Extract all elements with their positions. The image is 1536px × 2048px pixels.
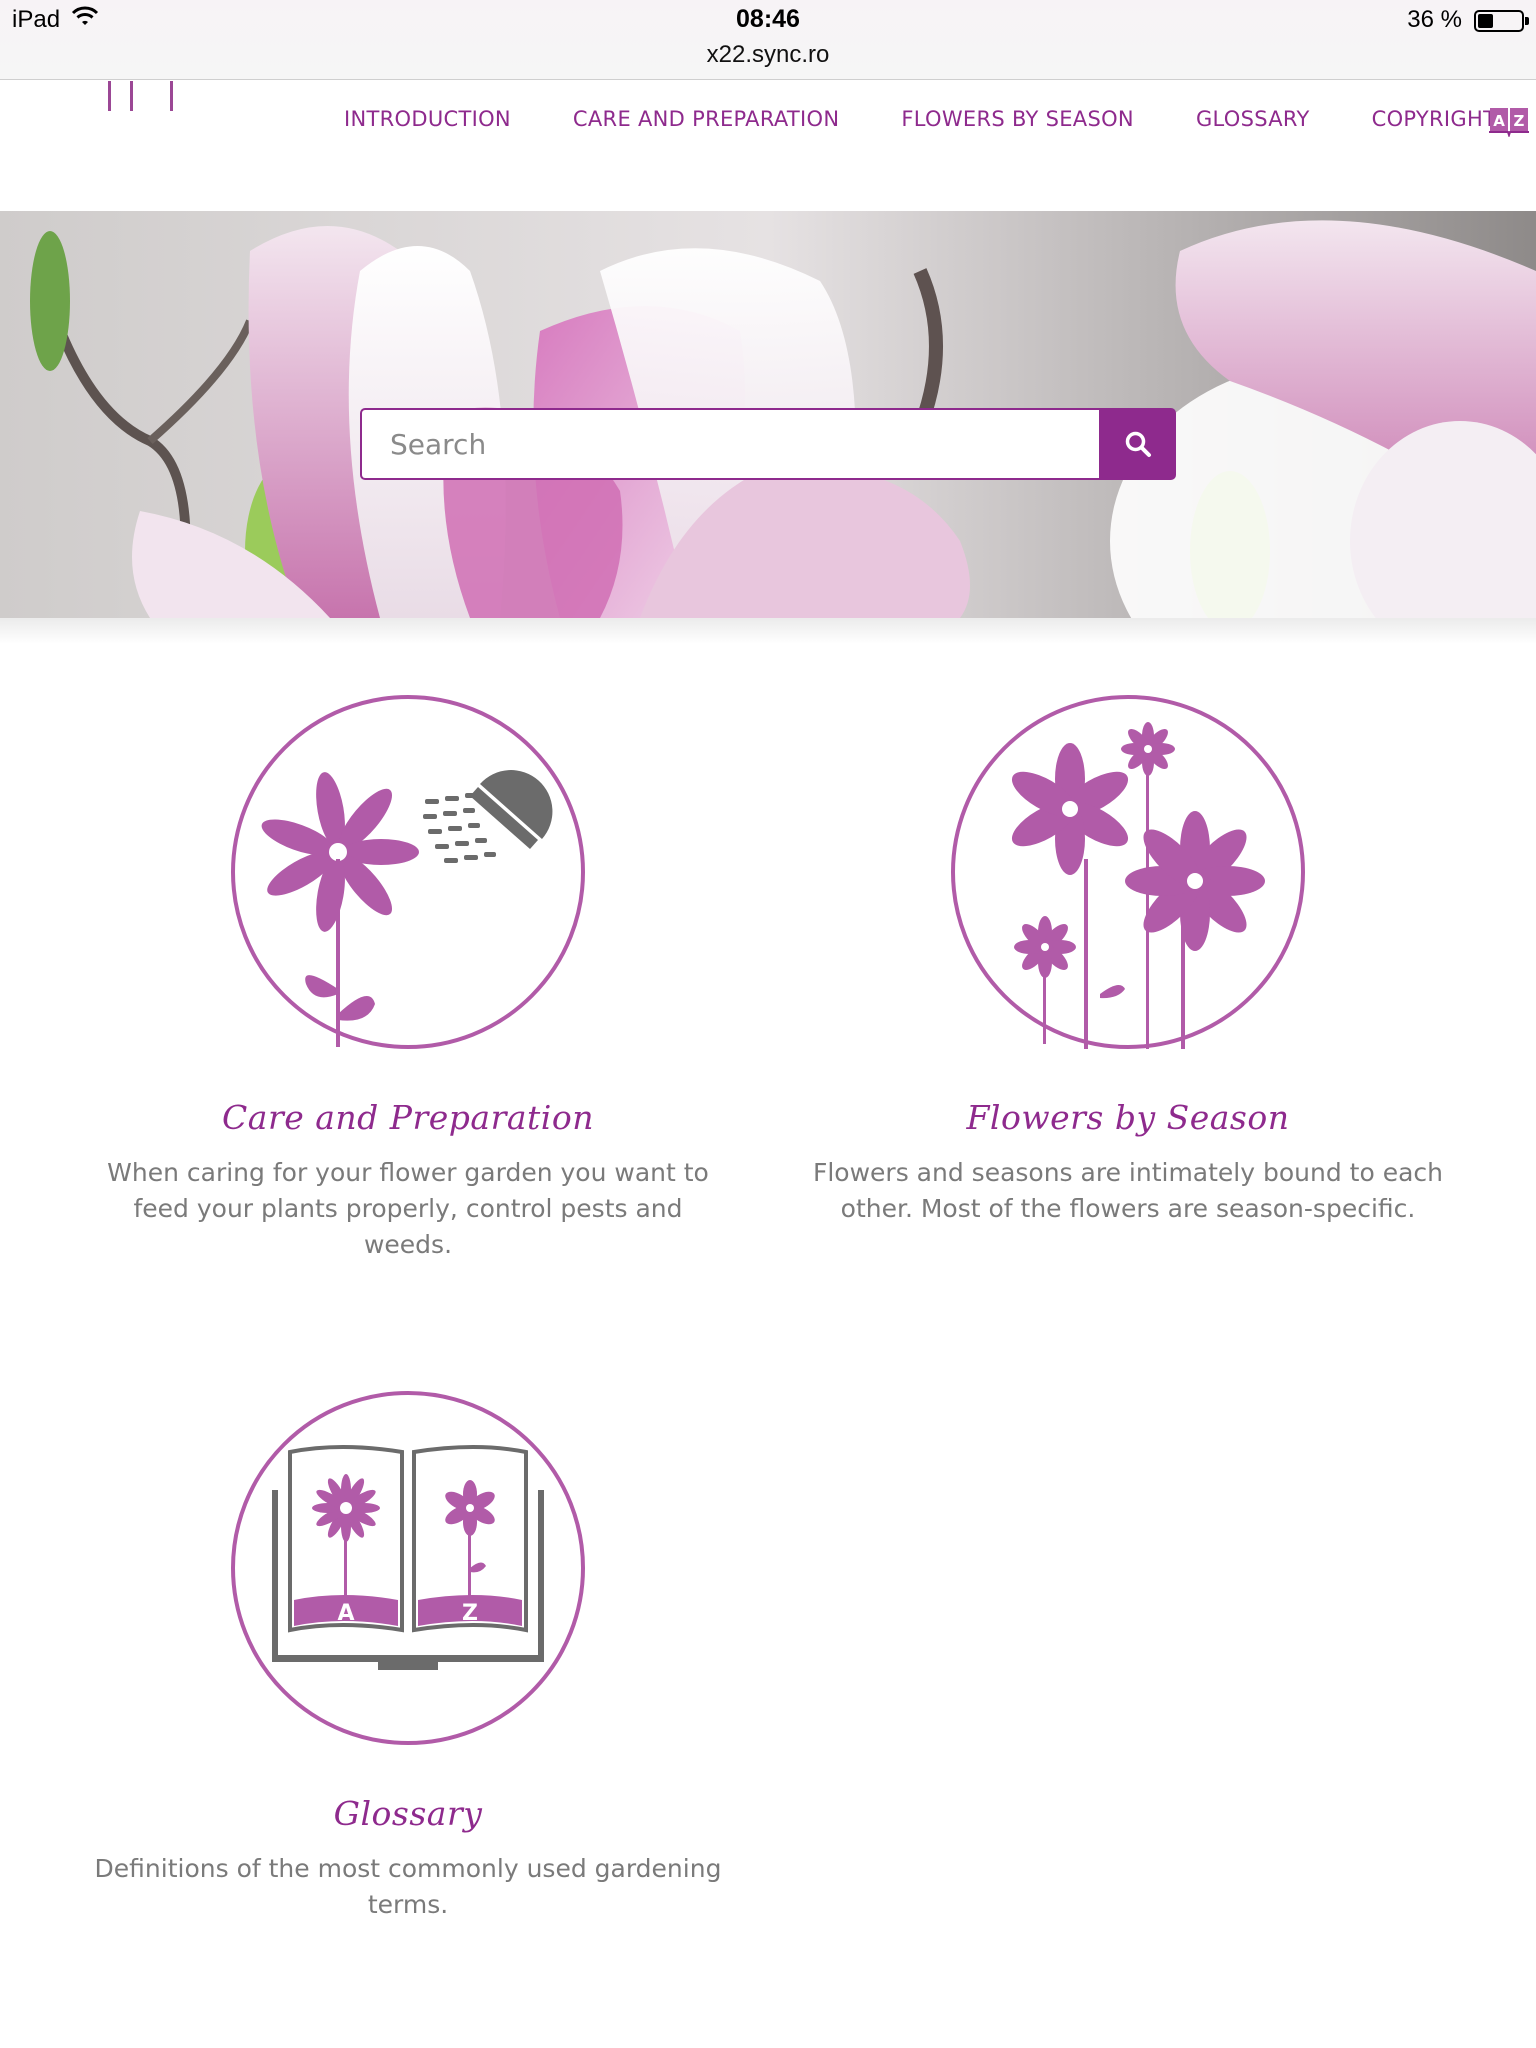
search-button[interactable] — [1099, 408, 1176, 480]
glossary-book-icon[interactable]: A Z — [230, 1390, 586, 1746]
search-input[interactable] — [360, 408, 1099, 480]
clock: 08:46 — [736, 5, 800, 33]
main-nav: INTRODUCTION CARE AND PREPARATION FLOWER… — [344, 107, 1496, 131]
tile-description: When caring for your flower garden you w… — [107, 1158, 709, 1259]
svg-text:A: A — [1493, 112, 1505, 130]
tile-flowers-by-season: Flowers by Season Flowers and seasons ar… — [768, 694, 1488, 1227]
site-logo[interactable] — [100, 81, 180, 111]
tile-glossary: A Z Glossary Definitions of the most com… — [48, 1390, 768, 1923]
tile-title[interactable]: Flowers by Season — [768, 1098, 1488, 1137]
nav-care-and-preparation[interactable]: CARE AND PREPARATION — [573, 107, 839, 131]
flowers-bouquet-icon[interactable] — [950, 694, 1306, 1050]
nav-introduction[interactable]: INTRODUCTION — [344, 107, 511, 131]
site-header: INTRODUCTION CARE AND PREPARATION FLOWER… — [0, 81, 1536, 211]
tile-title[interactable]: Glossary — [48, 1794, 768, 1833]
hero-shadow — [0, 618, 1536, 644]
book-az-icon[interactable]: A Z — [1488, 105, 1530, 137]
flower-watering-icon[interactable] — [230, 694, 586, 1050]
status-bar: iPad 08:46 x22.sync.ro 36 % — [0, 0, 1536, 80]
tile-title[interactable]: Care and Preparation — [48, 1098, 768, 1137]
search-bar — [360, 408, 1176, 480]
search-icon — [1125, 431, 1151, 457]
nav-glossary[interactable]: GLOSSARY — [1196, 107, 1310, 131]
battery-icon — [1474, 10, 1529, 32]
book-letter-a: A — [337, 1601, 354, 1626]
tile-description: Definitions of the most commonly used ga… — [94, 1854, 722, 1919]
battery-fill — [1478, 14, 1493, 28]
tile-description: Flowers and seasons are intimately bound… — [812, 1158, 1443, 1223]
nav-flowers-by-season[interactable]: FLOWERS BY SEASON — [901, 107, 1134, 131]
tile-care-and-preparation: Care and Preparation When caring for you… — [48, 694, 768, 1263]
address-url[interactable]: x22.sync.ro — [0, 41, 1536, 69]
hero-banner — [0, 211, 1536, 618]
svg-text:Z: Z — [1514, 112, 1525, 130]
battery-percent: 36 % — [1407, 6, 1462, 33]
book-letter-z: Z — [462, 1601, 478, 1626]
nav-copyright[interactable]: COPYRIGHT — [1372, 107, 1497, 131]
